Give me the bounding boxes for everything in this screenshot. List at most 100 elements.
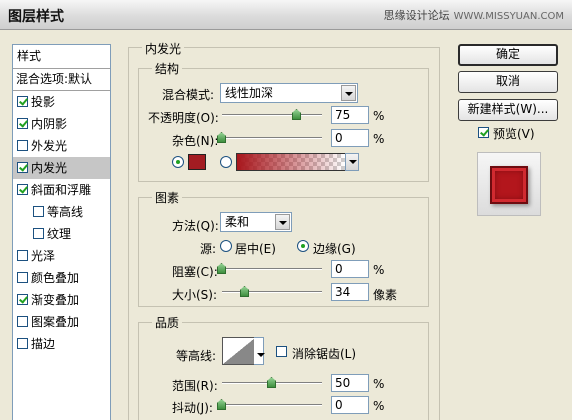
source-center-label[interactable]: 居中(E)	[235, 240, 276, 257]
chevron-down-icon	[254, 347, 265, 357]
source-edge-radio[interactable]	[297, 240, 309, 252]
antialias-checkbox[interactable]	[276, 346, 287, 357]
choke-unit: %	[373, 263, 385, 277]
style-preview	[477, 152, 541, 216]
style-item-checkbox[interactable]	[17, 294, 28, 305]
style-item-label: 外发光	[31, 139, 68, 153]
size-unit: 像素	[373, 288, 398, 302]
antialias-label[interactable]: 消除锯齿(L)	[292, 345, 356, 362]
style-item[interactable]: 颜色叠加	[13, 267, 110, 289]
style-item-label: 描边	[31, 337, 56, 351]
choke-slider-track[interactable]	[222, 268, 322, 270]
choke-input[interactable]: 0	[331, 260, 369, 278]
blend-mode-select[interactable]: 线性加深	[220, 83, 358, 103]
opacity-slider-track[interactable]	[222, 114, 322, 116]
opacity-input[interactable]: 75	[331, 106, 369, 124]
dialog-title: 图层样式	[8, 9, 64, 25]
preview-label[interactable]: 预览(V)	[493, 125, 535, 142]
technique-select[interactable]: 柔和	[220, 212, 292, 232]
size-input[interactable]: 34	[331, 283, 369, 301]
gradient-swatch[interactable]	[236, 153, 346, 171]
elements-legend: 图素	[152, 189, 183, 206]
style-item-checkbox[interactable]	[17, 140, 28, 151]
opacity-label: 不透明度(O):	[148, 111, 219, 125]
source-label: 源:	[200, 242, 217, 256]
style-item[interactable]: 斜面和浮雕	[13, 179, 110, 201]
style-item-label: 等高线	[47, 205, 84, 219]
size-slider-track[interactable]	[222, 291, 322, 293]
noise-label: 杂色(N):	[172, 134, 219, 148]
gradient-dropdown[interactable]	[345, 153, 359, 171]
style-item-checkbox[interactable]	[17, 338, 28, 349]
style-item-checkbox[interactable]	[17, 184, 28, 195]
quality-legend: 品质	[152, 314, 183, 331]
style-item-label: 内发光	[31, 161, 68, 175]
style-item-checkbox[interactable]	[17, 316, 28, 327]
contour-dropdown[interactable]	[254, 337, 265, 365]
style-item-checkbox[interactable]	[17, 118, 28, 129]
style-item-label: 颜色叠加	[31, 271, 80, 285]
style-item[interactable]: 渐变叠加	[13, 289, 110, 311]
style-item[interactable]: 内发光	[13, 157, 110, 179]
style-item-label: 图案叠加	[31, 315, 80, 329]
noise-slider-track[interactable]	[222, 137, 322, 139]
layer-style-dialog: 图层样式 思缘设计论坛 WWW.MISSYUAN.COM 样式 混合选项:默认 投…	[0, 0, 572, 420]
style-list: 样式 混合选项:默认 投影内阴影外发光内发光斜面和浮雕等高线纹理光泽颜色叠加渐变…	[12, 44, 111, 420]
watermark: 思缘设计论坛 WWW.MISSYUAN.COM	[384, 7, 564, 23]
style-item-label: 纹理	[47, 227, 72, 241]
jitter-label: 抖动(J):	[172, 401, 213, 415]
watermark-text: 思缘设计论坛	[383, 9, 450, 22]
new-style-button[interactable]: 新建样式(W)...	[458, 99, 558, 121]
jitter-slider-track[interactable]	[222, 404, 322, 406]
blend-mode-value: 线性加深	[225, 86, 274, 100]
size-label: 大小(S):	[172, 288, 218, 302]
style-item-label: 光泽	[31, 249, 56, 263]
style-item[interactable]: 投影	[13, 91, 110, 113]
range-input[interactable]: 50	[331, 374, 369, 392]
style-item-label: 投影	[31, 95, 56, 109]
style-item[interactable]: 光泽	[13, 245, 110, 267]
style-item-checkbox[interactable]	[33, 228, 44, 239]
style-item-label: 斜面和浮雕	[31, 183, 92, 197]
style-item[interactable]: 等高线	[13, 201, 110, 223]
noise-input[interactable]: 0	[331, 129, 369, 147]
style-item-label: 渐变叠加	[31, 293, 80, 307]
style-item-checkbox[interactable]	[17, 162, 28, 173]
contour-preview[interactable]	[222, 337, 256, 365]
opacity-unit: %	[373, 109, 385, 123]
cancel-button[interactable]: 取消	[458, 71, 558, 93]
range-unit: %	[373, 377, 385, 391]
ok-button[interactable]: 确定	[458, 44, 558, 66]
watermark-url: WWW.MISSYUAN.COM	[453, 11, 564, 22]
glow-color-swatch[interactable]	[188, 154, 206, 170]
source-center-radio[interactable]	[220, 240, 232, 252]
chevron-down-icon	[275, 214, 290, 230]
technique-value: 柔和	[225, 215, 250, 229]
preview-swatch	[490, 166, 528, 204]
style-item[interactable]: 外发光	[13, 135, 110, 157]
style-item[interactable]: 描边	[13, 333, 110, 355]
preview-checkbox[interactable]	[478, 127, 489, 138]
style-item[interactable]: 内阴影	[13, 113, 110, 135]
gradient-radio[interactable]	[220, 156, 232, 168]
style-item-checkbox[interactable]	[17, 272, 28, 283]
contour-curve-icon	[223, 338, 255, 364]
style-item-checkbox[interactable]	[33, 206, 44, 217]
inner-glow-title: 内发光	[142, 40, 185, 57]
style-item-checkbox[interactable]	[17, 250, 28, 261]
style-item[interactable]: 图案叠加	[13, 311, 110, 333]
jitter-input[interactable]: 0	[331, 396, 369, 414]
blending-options-item[interactable]: 混合选项:默认	[13, 69, 110, 91]
source-edge-label[interactable]: 边缘(G)	[313, 240, 356, 257]
solid-color-radio[interactable]	[172, 156, 184, 168]
blend-mode-label: 混合模式:	[162, 88, 215, 102]
structure-legend: 结构	[152, 60, 183, 77]
jitter-unit: %	[373, 399, 385, 413]
title-bar: 图层样式 思缘设计论坛 WWW.MISSYUAN.COM	[0, 0, 572, 30]
style-item[interactable]: 纹理	[13, 223, 110, 245]
styles-header[interactable]: 样式	[13, 45, 110, 69]
style-item-label: 内阴影	[31, 117, 68, 131]
range-label: 范围(R):	[172, 379, 218, 393]
style-item-checkbox[interactable]	[17, 96, 28, 107]
noise-unit: %	[373, 132, 385, 146]
